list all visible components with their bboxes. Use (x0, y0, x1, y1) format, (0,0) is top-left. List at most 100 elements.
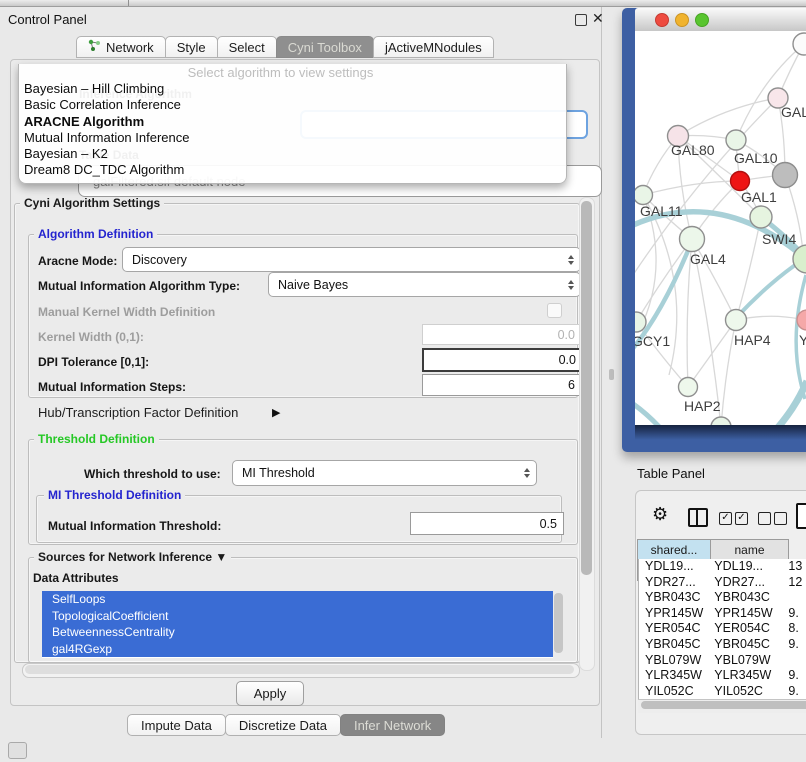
mi-threshold-field[interactable]: 0.5 (410, 512, 564, 535)
minimize-window-icon[interactable] (675, 13, 689, 27)
settings-vertical-scrollbar-thumb[interactable] (581, 201, 592, 575)
network-edge[interactable] (636, 239, 692, 322)
network-edge[interactable] (688, 320, 736, 387)
panel-splitter-handle[interactable] (609, 369, 614, 380)
tab-style[interactable]: Style (165, 36, 218, 58)
table-row[interactable]: YBR043CYBR043C (639, 590, 806, 606)
table-cell: 9. (782, 606, 806, 622)
which-threshold-combobox[interactable]: MI Threshold (232, 460, 537, 486)
tab-network[interactable]: Network (76, 36, 166, 58)
table-row[interactable]: YBL079WYBL079W (639, 653, 806, 669)
network-node[interactable] (711, 417, 731, 425)
columns-icon[interactable] (688, 508, 708, 527)
tab-select[interactable]: Select (217, 36, 277, 58)
table-cell: YER054C (708, 621, 782, 637)
algorithm-option[interactable]: Basic Correlation Inference (19, 97, 566, 113)
close-window-icon[interactable] (655, 13, 669, 27)
network-window-titlebar[interactable] (635, 8, 806, 32)
toolbar-separator (128, 0, 129, 6)
mi-steps-label: Mutual Information Steps: (38, 380, 186, 394)
unchecked-checkbox-icon[interactable] (758, 512, 771, 525)
network-node-gcy1[interactable] (635, 312, 646, 332)
data-attribute-item[interactable]: BetweennessCentrality (42, 624, 553, 641)
algorithm-option[interactable]: ARACNE Algorithm (19, 114, 566, 130)
algorithm-option[interactable]: Bayesian – Hill Climbing (19, 81, 566, 97)
table-cell: YBL079W (639, 653, 708, 669)
gear-icon[interactable]: ⚙ (652, 504, 668, 525)
zoom-window-icon[interactable] (695, 13, 709, 27)
attributes-scrollbar[interactable] (554, 593, 563, 653)
table-row[interactable]: YER054CYER054C8. (639, 621, 806, 637)
tab-discretize-data[interactable]: Discretize Data (225, 714, 341, 736)
aracne-mode-combobox[interactable]: Discovery (122, 247, 581, 272)
tab-infer-network[interactable]: Infer Network (340, 714, 445, 736)
node-label: HAP4 (734, 332, 771, 348)
column-header-name[interactable]: name (710, 539, 789, 560)
network-node-gal1[interactable] (731, 172, 750, 191)
app-toolbar-edge (0, 0, 806, 7)
settings-horizontal-scrollbar-thumb[interactable] (25, 665, 574, 674)
tab-label: jActiveMNodules (385, 40, 482, 55)
tab-label: Network (106, 40, 154, 55)
table-cell: YBR043C (708, 590, 782, 606)
sources-expanded-arrow-icon[interactable]: ▼ (215, 550, 227, 564)
manual-kernel-width-checkbox[interactable] (547, 303, 562, 318)
collapsed-panel-icon[interactable] (8, 742, 27, 759)
cyni-algorithm-settings-title: Cyni Algorithm Settings (20, 196, 164, 210)
float-window-icon[interactable] (575, 14, 587, 26)
mi-algorithm-type-value: Naive Bayes (278, 278, 348, 292)
data-attribute-item[interactable]: gal4RGexp (42, 641, 553, 658)
network-node-hap2[interactable] (679, 378, 698, 397)
network-canvas[interactable]: GALGAL80GAL10GAL1GAL11SWI4GAL4GCY1HAP4YH… (635, 31, 806, 425)
dpi-tolerance-field[interactable]: 0.0 (422, 348, 584, 372)
table-row[interactable]: YPR145WYPR145W9. (639, 606, 806, 622)
checked-checkbox-icon[interactable]: ✓ (719, 512, 732, 525)
network-node-hap4[interactable] (726, 310, 747, 331)
table-row[interactable]: YBR045CYBR045C9. (639, 637, 806, 653)
table-cell: YBR045C (639, 637, 708, 653)
data-attribute-item[interactable]: TopologicalCoefficient (42, 608, 553, 625)
file-icon[interactable] (796, 503, 806, 529)
network-node-gal4[interactable] (680, 227, 705, 252)
hub-collapsed-arrow-icon[interactable]: ▶ (272, 406, 280, 419)
network-edge-highlighted[interactable] (635, 401, 663, 425)
table-row[interactable]: YIL052CYIL052C9. (639, 684, 806, 699)
tab-jactivemnodules[interactable]: jActiveMNodules (373, 36, 494, 58)
table-panel: ⚙ ✓ ✓ shared...nameA YDL19...YDL19...13Y… (635, 490, 806, 735)
algorithm-dropdown-popup: Select algorithm to view settings Bayesi… (18, 64, 567, 184)
tab-cyni-toolbox[interactable]: Cyni Toolbox (276, 36, 374, 58)
network-edge[interactable] (678, 98, 778, 136)
node-label: Y (799, 332, 806, 348)
dpi-tolerance-value: 0.0 (559, 353, 576, 367)
kernel-width-label: Kernel Width (0,1): (38, 330, 144, 344)
column-header-shared-[interactable]: shared... (637, 539, 711, 560)
dpi-tolerance-label: DPI Tolerance [0,1]: (38, 355, 149, 369)
table-row[interactable]: YDL19...YDL19...13 (639, 559, 806, 575)
hub-definition-label[interactable]: Hub/Transcription Factor Definition (38, 405, 238, 420)
mi-algorithm-type-combobox[interactable]: Naive Bayes (268, 272, 581, 297)
network-node-gal11[interactable] (635, 186, 653, 205)
unchecked-checkbox-icon[interactable] (774, 512, 787, 525)
tab-impute-data[interactable]: Impute Data (127, 714, 226, 736)
algorithm-option[interactable]: Bayesian – K2 (19, 146, 566, 162)
table-row[interactable]: YLR345WYLR345W9. (639, 668, 806, 684)
data-attribute-item[interactable]: SelfLoops (42, 591, 553, 608)
table-cell: YDR27... (708, 575, 782, 591)
table-row[interactable]: YDR27...YDR27...12 (639, 575, 806, 591)
checked-checkbox-icon[interactable]: ✓ (735, 512, 748, 525)
close-panel-icon[interactable]: ✕ (592, 10, 604, 27)
node-label: HAP2 (684, 398, 721, 414)
table-cell: YIL052C (708, 684, 782, 699)
mi-steps-field[interactable]: 6 (422, 374, 582, 396)
algorithm-option[interactable]: Dream8 DC_TDC Algorithm (19, 162, 566, 178)
network-edge-highlighted[interactable] (736, 261, 801, 318)
network-node-gal10[interactable] (726, 130, 746, 150)
apply-button[interactable]: Apply (236, 681, 304, 706)
mi-threshold-group-title: MI Threshold Definition (44, 488, 185, 502)
algorithm-option[interactable]: Mutual Information Inference (19, 130, 566, 146)
network-edge[interactable] (643, 181, 740, 195)
kernel-width-field[interactable]: 0.0 (422, 324, 582, 345)
network-node[interactable] (773, 163, 798, 188)
table-horizontal-scrollbar-thumb[interactable] (641, 701, 806, 709)
network-node[interactable] (750, 206, 772, 228)
